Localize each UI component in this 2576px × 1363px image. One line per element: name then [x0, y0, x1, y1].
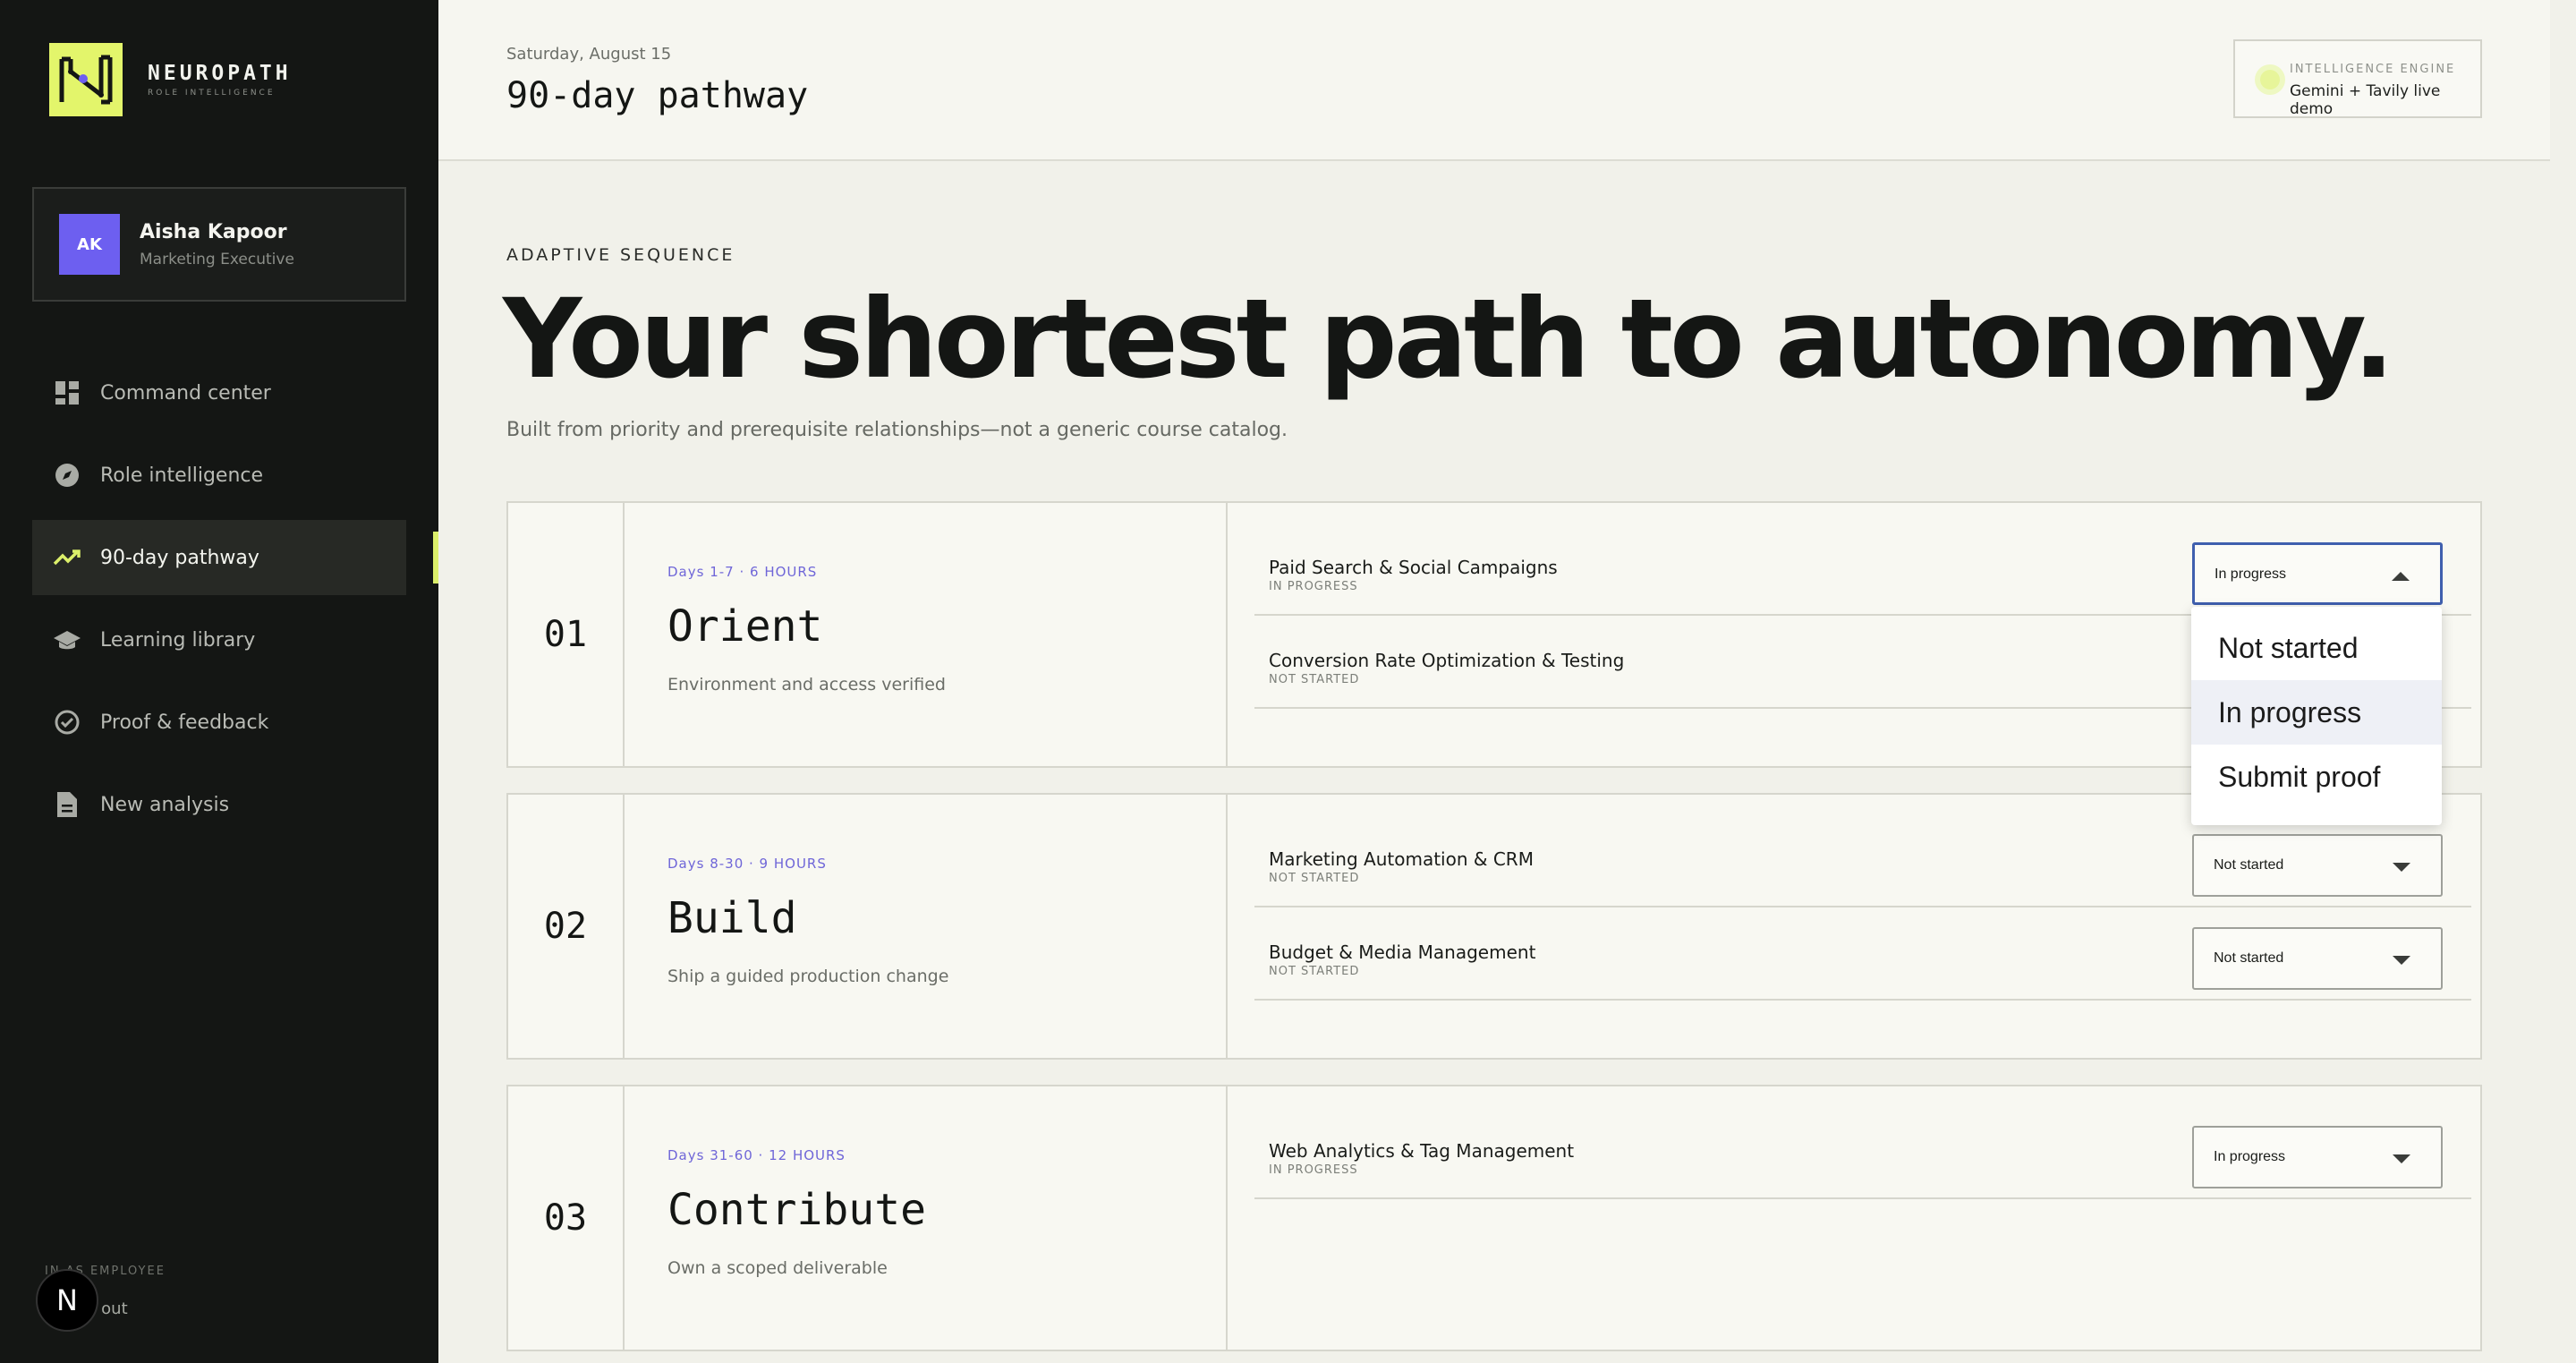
- task-name: Paid Search & Social Campaigns: [1269, 557, 1558, 578]
- chevron-down-icon: [2393, 1154, 2410, 1163]
- task-name: Marketing Automation & CRM: [1269, 848, 1534, 870]
- trending-up-icon: [52, 542, 82, 573]
- user-card[interactable]: AK Aisha Kapoor Marketing Executive: [32, 187, 406, 302]
- phase-name: Build: [667, 893, 797, 943]
- task-name: Budget & Media Management: [1269, 941, 1536, 963]
- neuropath-logo-icon: [49, 43, 123, 116]
- task-status: IN PROGRESS: [1269, 1163, 1358, 1177]
- task-status: NOT STARTED: [1269, 673, 1360, 686]
- phase-meta: Days 31-60 · 12 HOURS: [667, 1147, 846, 1163]
- select-value: Not started: [2214, 857, 2284, 873]
- phase-card: 01 Days 1-7 · 6 HOURS Orient Environment…: [506, 501, 2482, 768]
- sidebar-item-label: Proof & feedback: [100, 711, 269, 734]
- phase-number: 02: [508, 795, 625, 1058]
- task-row: Web Analytics & Tag Management IN PROGRE…: [1254, 1106, 2471, 1199]
- task-name: Conversion Rate Optimization & Testing: [1269, 650, 1625, 671]
- sidebar-item-new-analysis[interactable]: New analysis: [32, 767, 406, 842]
- active-nav-marker: [433, 532, 438, 584]
- status-dot-icon: [2260, 70, 2280, 89]
- phase-meta: Days 8-30 · 9 HOURS: [667, 856, 827, 872]
- engine-value: Gemini + Tavily live demo: [2290, 82, 2441, 118]
- chevron-down-icon: [2393, 863, 2410, 872]
- task-status-select[interactable]: Not started: [2192, 927, 2443, 990]
- select-value: Not started: [2214, 950, 2284, 966]
- chevron-down-icon: [2393, 956, 2410, 965]
- select-value: In progress: [2215, 566, 2287, 582]
- sidebar-item-label: Command center: [100, 381, 271, 405]
- phase-number: 01: [508, 503, 625, 766]
- phase-number: 03: [508, 1086, 625, 1350]
- phase-card: 03 Days 31-60 · 12 HOURS Contribute Own …: [506, 1085, 2482, 1351]
- status-dropdown-menu: Not started In progress Submit proof: [2191, 607, 2442, 825]
- sidebar: NEUROPATH ROLE INTELLIGENCE AK Aisha Kap…: [0, 0, 438, 1363]
- sidebar-item-90-day-pathway[interactable]: 90-day pathway: [32, 520, 406, 595]
- brand[interactable]: NEUROPATH ROLE INTELLIGENCE: [49, 43, 292, 116]
- sidebar-item-learning-library[interactable]: Learning library: [32, 602, 406, 677]
- task-row: Budget & Media Management NOT STARTED No…: [1254, 907, 2471, 1001]
- section-eyebrow: ADAPTIVE SEQUENCE: [506, 245, 735, 265]
- dropdown-option-not-started[interactable]: Not started: [2191, 616, 2442, 680]
- phase-description: Ship a guided production change: [667, 967, 949, 986]
- avatar: AK: [59, 214, 120, 275]
- user-role: Marketing Executive: [140, 250, 294, 268]
- hero-headline: Your shortest path to autonomy.: [503, 276, 2394, 403]
- chevron-up-icon: [2392, 572, 2410, 581]
- task-status-select[interactable]: In progress: [2192, 542, 2443, 605]
- dashboard-icon: [52, 378, 82, 408]
- sidebar-item-label: 90-day pathway: [100, 546, 259, 569]
- intelligence-engine-badge: INTELLIGENCE ENGINE Gemini + Tavily live…: [2233, 39, 2482, 118]
- phase-meta: Days 1-7 · 6 HOURS: [667, 564, 818, 580]
- task-status: IN PROGRESS: [1269, 580, 1358, 593]
- document-icon: [52, 789, 82, 820]
- hero-subline: Built from priority and prerequisite rel…: [506, 419, 1288, 441]
- task-name: Web Analytics & Tag Management: [1269, 1140, 1575, 1162]
- phase-name: Orient: [667, 601, 823, 652]
- graduation-cap-icon: [52, 625, 82, 655]
- user-name: Aisha Kapoor: [140, 220, 287, 243]
- sidebar-item-label: New analysis: [100, 793, 230, 816]
- sidebar-item-proof-feedback[interactable]: Proof & feedback: [32, 685, 406, 760]
- task-status: NOT STARTED: [1269, 965, 1360, 978]
- task-status-select[interactable]: Not started: [2192, 834, 2443, 897]
- task-status: NOT STARTED: [1269, 872, 1360, 885]
- phase-name: Contribute: [667, 1185, 926, 1235]
- top-header: Saturday, August 15 90-day pathway INTEL…: [438, 0, 2550, 161]
- engine-label: INTELLIGENCE ENGINE: [2290, 63, 2456, 76]
- task-status-select[interactable]: In progress: [2192, 1126, 2443, 1188]
- phase-card: 02 Days 8-30 · 9 HOURS Build Ship a guid…: [506, 793, 2482, 1060]
- brand-name: NEUROPATH: [148, 62, 292, 85]
- task-row: Marketing Automation & CRM NOT STARTED N…: [1254, 814, 2471, 907]
- brand-tagline: ROLE INTELLIGENCE: [148, 89, 276, 98]
- sidebar-nav: Command center Role intelligence 90-day …: [32, 355, 406, 849]
- phase-description: Environment and access verified: [667, 675, 946, 694]
- sidebar-item-label: Role intelligence: [100, 464, 264, 487]
- page-title: 90-day pathway: [506, 75, 809, 116]
- task-row: Paid Search & Social Campaigns IN PROGRE…: [1254, 523, 2471, 616]
- sidebar-item-command-center[interactable]: Command center: [32, 355, 406, 430]
- current-date: Saturday, August 15: [506, 45, 672, 64]
- sidebar-item-role-intelligence[interactable]: Role intelligence: [32, 438, 406, 513]
- phase-description: Own a scoped deliverable: [667, 1258, 888, 1278]
- compass-icon: [52, 460, 82, 490]
- next-badge-icon[interactable]: N: [36, 1269, 98, 1332]
- select-value: In progress: [2214, 1149, 2286, 1164]
- dropdown-option-in-progress[interactable]: In progress: [2191, 680, 2442, 745]
- dropdown-option-submit-proof[interactable]: Submit proof: [2191, 745, 2442, 809]
- check-circle-icon: [52, 707, 82, 737]
- sidebar-item-label: Learning library: [100, 628, 256, 652]
